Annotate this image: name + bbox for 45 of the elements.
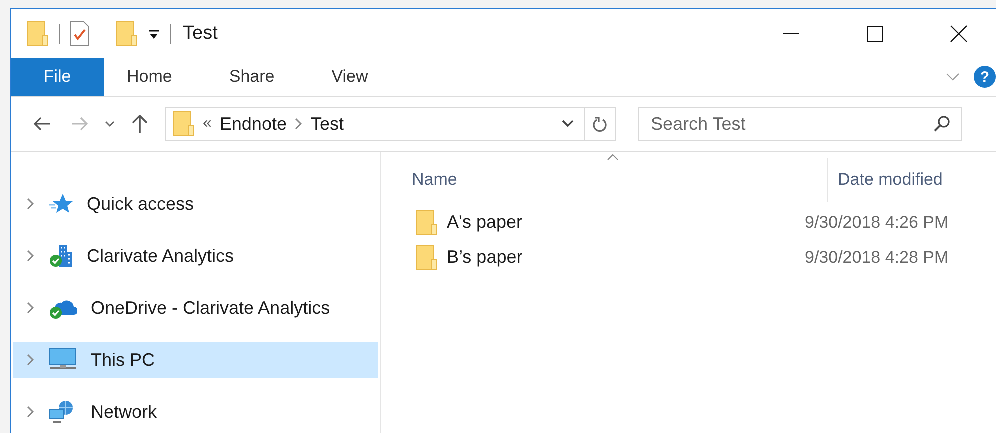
ribbon-tab[interactable]: Home [104,58,196,96]
nav-item[interactable]: This PC [13,342,378,378]
breadcrumb[interactable]: Test [310,114,344,134]
date-cell: 9/30/2018 4:26 PM [805,212,949,232]
nav-item[interactable]: Clarivate Analytics [13,238,378,274]
help-button[interactable]: ? [974,66,996,88]
date-cell: 9/30/2018 4:28 PM [805,248,949,268]
close-icon[interactable] [950,24,968,42]
nav-item[interactable]: Network [13,394,378,430]
up-arrow-icon[interactable] [132,115,148,133]
breadcrumb-separator-icon[interactable] [294,118,303,130]
column-header[interactable]: Name [381,158,827,202]
monitor-icon [49,348,77,372]
column-header[interactable]: Date modified [827,158,943,202]
chevron-down-icon[interactable] [105,121,115,127]
refresh-icon[interactable] [592,115,608,133]
overflow-chevron[interactable]: « [203,115,212,133]
breadcrumb[interactable]: Endnote [220,114,287,134]
sort-ascending-icon [607,154,619,161]
maximize-icon[interactable] [867,26,883,42]
properties-icon[interactable] [70,20,90,46]
file-menu-button[interactable]: File [11,58,104,96]
search-field[interactable]: Search Test [638,107,962,141]
ribbon-tab[interactable]: Share [206,58,298,96]
minimize-icon[interactable] [783,32,799,34]
building-sync-icon [49,244,73,268]
window-title: Test [183,22,219,44]
ribbon-tab[interactable]: View [308,58,392,96]
address-field[interactable]: « Endnote Test [165,107,585,141]
search-icon[interactable] [934,116,950,132]
dropdown-icon[interactable] [148,28,160,40]
folder-icon [27,20,49,46]
address-dropdown-icon[interactable] [562,120,574,128]
star-icon [49,193,73,215]
refresh-button[interactable] [585,107,616,141]
back-arrow-icon[interactable] [33,117,51,131]
nav-item[interactable]: OneDrive - Clarivate Analytics [13,290,378,326]
folder-icon [173,111,195,137]
file-item[interactable]: A's paper [381,208,805,236]
new-folder-icon [116,20,138,46]
folder-icon [416,244,438,270]
folder-icon [416,210,438,236]
nav-item[interactable]: Quick access [13,186,378,222]
expand-ribbon-icon[interactable] [946,73,960,81]
file-item[interactable]: B’s paper [381,244,805,272]
